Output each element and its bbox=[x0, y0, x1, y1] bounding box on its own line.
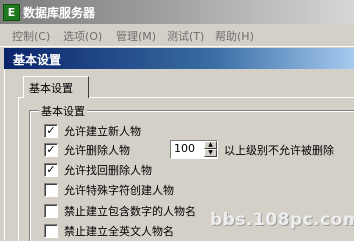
menu-manage[interactable]: 管理(M) bbox=[116, 28, 156, 44]
menu-options[interactable]: 选项(O) bbox=[63, 28, 102, 44]
menu-help[interactable]: 帮助(H) bbox=[215, 28, 254, 44]
tab-basic-settings[interactable]: 基本设置 bbox=[23, 76, 89, 98]
app-icon: E bbox=[3, 4, 20, 21]
dialog-title-bar: 基本设置 bbox=[4, 48, 354, 69]
level-note: 以上级别不允许被删除 bbox=[224, 144, 334, 157]
menu-test[interactable]: 测试(T) bbox=[167, 28, 204, 44]
option-label: 允许删除人物 bbox=[64, 144, 130, 157]
option-label: 禁止建立包含数字的人物名 bbox=[64, 205, 196, 218]
level-value[interactable]: 100 bbox=[174, 142, 195, 155]
checkbox[interactable]: ✓ bbox=[44, 143, 58, 157]
menu-control[interactable]: 控制(C) bbox=[12, 28, 50, 44]
option-label: 允许建立新人物 bbox=[64, 125, 141, 138]
option-label: 禁止建立全英文人物名 bbox=[64, 225, 174, 238]
watermark: bbs.108pc.com bbox=[210, 210, 354, 230]
checkbox[interactable] bbox=[44, 204, 58, 218]
window-title: 数据库服务器 bbox=[23, 6, 96, 20]
title-bar: E 数据库服务器 bbox=[0, 0, 354, 24]
level-spinner[interactable]: 100 ▲ ▼ bbox=[170, 140, 218, 159]
groupbox-label: 基本设置 bbox=[39, 103, 87, 119]
spin-up-icon[interactable]: ▲ bbox=[204, 141, 217, 149]
dialog-title: 基本设置 bbox=[13, 53, 62, 67]
option-label: 允许特殊字符创建人物 bbox=[64, 184, 174, 197]
checkbox[interactable] bbox=[44, 183, 58, 197]
checkbox[interactable]: ✓ bbox=[44, 163, 58, 177]
menu-bar: 控制(C) 选项(O) 管理(M) 测试(T) 帮助(H) bbox=[0, 24, 354, 47]
checkbox[interactable]: ✓ bbox=[44, 124, 58, 138]
tab-label: 基本设置 bbox=[29, 82, 73, 95]
option-label: 允许找回删除人物 bbox=[64, 164, 152, 177]
spin-down-icon[interactable]: ▼ bbox=[204, 149, 217, 157]
checkbox[interactable] bbox=[44, 224, 58, 238]
